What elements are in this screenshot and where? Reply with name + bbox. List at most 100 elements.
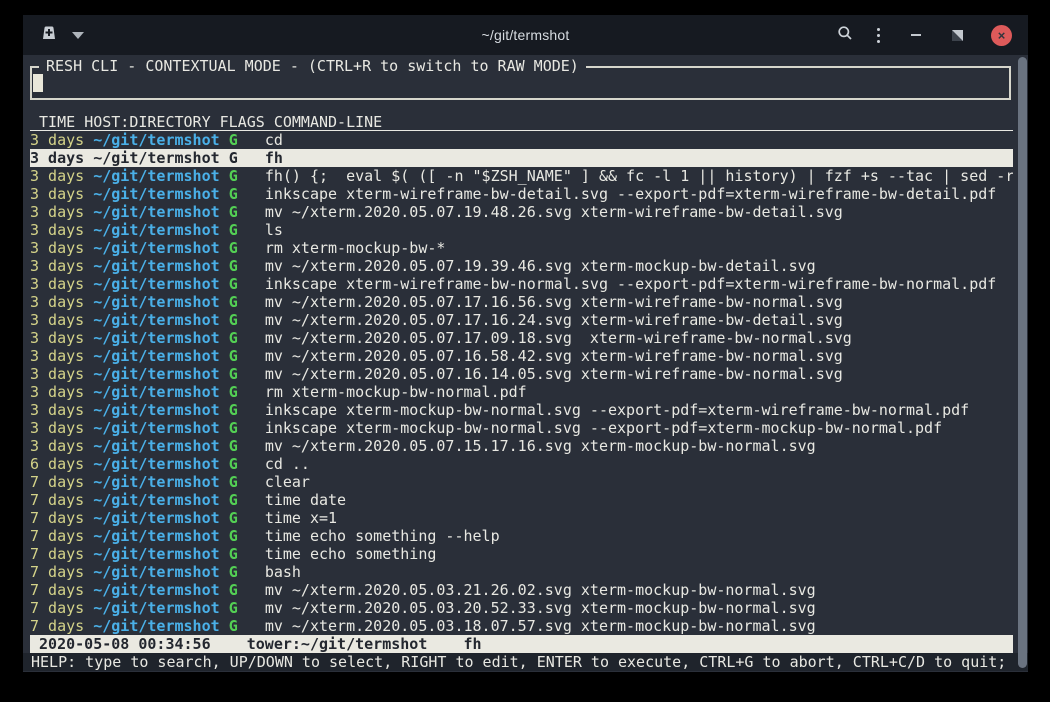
row-host-directory: ~/git/termshot	[93, 419, 219, 437]
row-host-directory: ~/git/termshot	[93, 491, 219, 509]
history-row[interactable]: 3 days ~/git/termshot G inkscape xterm-m…	[30, 401, 1013, 419]
history-row[interactable]: 3 days ~/git/termshot G mv ~/xterm.2020.…	[30, 257, 1013, 275]
history-row[interactable]: 3 days ~/git/termshot G mv ~/xterm.2020.…	[30, 437, 1013, 455]
minimize-icon	[911, 34, 921, 36]
history-row[interactable]: 3 days ~/git/termshot G mv ~/xterm.2020.…	[30, 293, 1013, 311]
row-host-directory: ~/git/termshot	[93, 203, 219, 221]
new-tab-button[interactable]	[39, 27, 59, 44]
row-command: clear	[265, 473, 310, 491]
search-icon	[837, 25, 853, 46]
history-row[interactable]: 3 days ~/git/termshot G rm xterm-mockup-…	[30, 239, 1013, 257]
row-flags: G	[229, 203, 238, 221]
row-time: 7 days	[30, 599, 84, 617]
row-time: 7 days	[30, 473, 84, 491]
row-host-directory: ~/git/termshot	[93, 383, 219, 401]
history-row[interactable]: 3 days ~/git/termshot G mv ~/xterm.2020.…	[30, 203, 1013, 221]
close-icon: ×	[998, 29, 1006, 42]
row-time: 3 days	[30, 275, 84, 293]
row-command: rm xterm-mockup-bw-*	[265, 239, 446, 257]
row-time: 3 days	[30, 257, 84, 275]
row-time: 7 days	[30, 509, 84, 527]
row-command: mv ~/xterm.2020.05.07.15.17.16.svg xterm…	[265, 437, 816, 455]
new-tab-icon	[39, 24, 59, 46]
row-command: time echo something	[265, 545, 437, 563]
resh-search-input[interactable]: RESH CLI - CONTEXTUAL MODE - (CTRL+R to …	[30, 66, 1011, 100]
row-time: 3 days	[30, 185, 84, 203]
row-host-directory: ~/git/termshot	[93, 257, 219, 275]
history-row[interactable]: 7 days ~/git/termshot G time date	[30, 491, 1013, 509]
row-command: mv ~/xterm.2020.05.07.19.39.46.svg xterm…	[265, 257, 816, 275]
row-host-directory: ~/git/termshot	[93, 347, 219, 365]
row-command: mv ~/xterm.2020.05.07.19.48.26.svg xterm…	[265, 203, 843, 221]
close-button[interactable]: ×	[991, 25, 1012, 46]
column-flags: FLAGS	[220, 113, 265, 131]
history-row[interactable]: 7 days ~/git/termshot G time x=1	[30, 509, 1013, 527]
menu-button[interactable]	[877, 28, 880, 43]
history-row[interactable]: 3 days ~/git/termshot G mv ~/xterm.2020.…	[30, 365, 1013, 383]
row-time: 3 days	[30, 203, 84, 221]
row-command: bash	[265, 563, 301, 581]
history-row[interactable]: 3 days ~/git/termshot G inkscape xterm-w…	[30, 275, 1013, 293]
row-host-directory: ~/git/termshot	[93, 131, 219, 149]
minimize-button[interactable]	[910, 34, 922, 36]
row-flags: G	[229, 293, 238, 311]
history-row[interactable]: 3 days ~/git/termshot G ls	[30, 221, 1013, 239]
history-list: 3 days ~/git/termshot G cd3 days ~/git/t…	[30, 131, 1013, 635]
row-flags: G	[229, 617, 238, 635]
tab-chevron-down-icon[interactable]	[72, 32, 84, 39]
restore-button[interactable]	[952, 30, 963, 41]
row-command: mv ~/xterm.2020.05.03.21.26.02.svg xterm…	[265, 581, 816, 599]
row-command: cd	[265, 131, 283, 149]
history-row[interactable]: 7 days ~/git/termshot G mv ~/xterm.2020.…	[30, 581, 1013, 599]
history-row[interactable]: 7 days ~/git/termshot G time echo someth…	[30, 545, 1013, 563]
history-row[interactable]: 3 days ~/git/termshot G mv ~/xterm.2020.…	[30, 311, 1013, 329]
history-row[interactable]: 3 days ~/git/termshot G cd	[30, 131, 1013, 149]
row-time: 3 days	[30, 293, 84, 311]
row-command: inkscape xterm-wireframe-bw-normal.svg -…	[265, 275, 997, 293]
row-host-directory: ~/git/termshot	[93, 473, 219, 491]
history-row[interactable]: 7 days ~/git/termshot G mv ~/xterm.2020.…	[30, 599, 1013, 617]
row-flags: G	[229, 329, 238, 347]
row-flags: G	[229, 311, 238, 329]
row-time: 3 days	[30, 419, 84, 437]
row-host-directory: ~/git/termshot	[93, 185, 219, 203]
row-time: 7 days	[30, 545, 84, 563]
list-header: TIME HOST:DIRECTORY FLAGS COMMAND-LINE	[30, 113, 1013, 131]
history-row[interactable]: 7 days ~/git/termshot G time echo someth…	[30, 527, 1013, 545]
row-command: mv ~/xterm.2020.05.07.16.58.42.svg xterm…	[265, 347, 843, 365]
row-flags: G	[229, 455, 238, 473]
scrollbar[interactable]	[1018, 57, 1027, 668]
history-row[interactable]: 3 days ~/git/termshot G mv ~/xterm.2020.…	[30, 329, 1013, 347]
column-time: TIME	[30, 113, 75, 131]
history-row[interactable]: 7 days ~/git/termshot G mv ~/xterm.2020.…	[30, 617, 1013, 635]
row-command: inkscape xterm-mockup-bw-normal.svg --ex…	[265, 419, 942, 437]
row-flags: G	[229, 275, 238, 293]
history-row[interactable]: 3 days ~/git/termshot G fh() {; eval $( …	[30, 167, 1013, 185]
row-time: 6 days	[30, 455, 84, 473]
row-command: mv ~/xterm.2020.05.07.16.14.05.svg xterm…	[265, 365, 843, 383]
history-row[interactable]: 7 days ~/git/termshot G bash	[30, 563, 1013, 581]
row-host-directory: ~/git/termshot	[93, 401, 219, 419]
row-flags: G	[229, 581, 238, 599]
row-host-directory: ~/git/termshot	[93, 599, 219, 617]
history-row[interactable]: 3 days ~/git/termshot G inkscape xterm-w…	[30, 185, 1013, 203]
row-time: 7 days	[30, 491, 84, 509]
row-time: 7 days	[30, 527, 84, 545]
history-row[interactable]: 3 days ~/git/termshot G inkscape xterm-m…	[30, 419, 1013, 437]
row-command: time x=1	[265, 509, 337, 527]
row-host-directory: ~/git/termshot	[93, 545, 219, 563]
terminal-window: ~/git/termshot	[23, 15, 1028, 672]
row-command: inkscape xterm-wireframe-bw-detail.svg -…	[265, 185, 997, 203]
history-row[interactable]: 3 days ~/git/termshot G rm xterm-mockup-…	[30, 383, 1013, 401]
row-flags: G	[229, 221, 238, 239]
search-button[interactable]	[837, 25, 853, 46]
history-row-selected[interactable]: 3 days ~/git/termshot G fh	[30, 149, 1013, 167]
history-row[interactable]: 7 days ~/git/termshot G clear	[30, 473, 1013, 491]
history-row[interactable]: 3 days ~/git/termshot G mv ~/xterm.2020.…	[30, 347, 1013, 365]
terminal-screen[interactable]: RESH CLI - CONTEXTUAL MODE - (CTRL+R to …	[23, 55, 1028, 672]
row-flags: G	[229, 599, 238, 617]
status-bar: 2020-05-08 00:34:56 tower:~/git/termshot…	[30, 635, 1013, 653]
history-row[interactable]: 6 days ~/git/termshot G cd ..	[30, 455, 1013, 473]
row-time: 7 days	[30, 581, 84, 599]
row-time: 3 days	[30, 311, 84, 329]
